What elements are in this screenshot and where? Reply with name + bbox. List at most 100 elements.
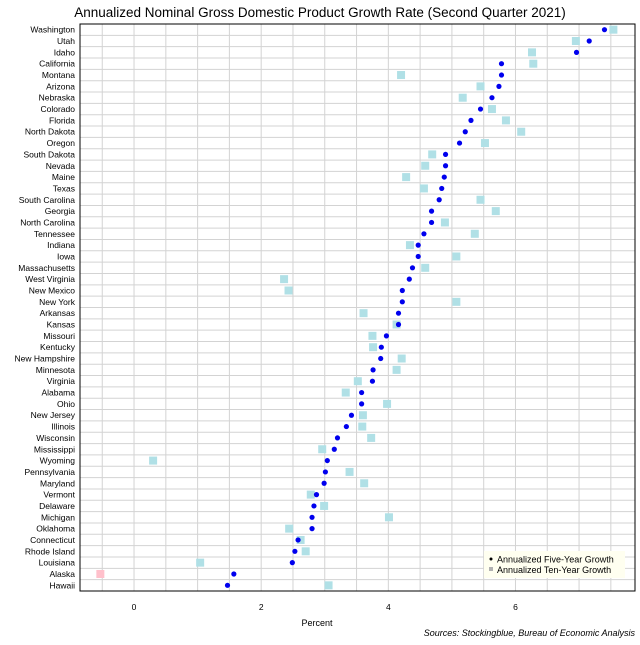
- ten-year-growth-point: [392, 365, 401, 374]
- ten-year-growth-point: [353, 377, 362, 386]
- ten-year-growth-point: [440, 218, 449, 227]
- y-tick-label: Utah: [57, 36, 75, 46]
- x-axis-ticks: 0 2 4 6: [132, 602, 518, 612]
- five-year-growth-point: [231, 571, 237, 577]
- five-year-growth-point: [436, 197, 442, 203]
- y-tick-label: Colorado: [41, 104, 76, 114]
- ten-year-growth-point: [359, 309, 368, 318]
- ten-year-growth-point: [402, 173, 411, 182]
- y-tick-label: New York: [39, 297, 76, 307]
- five-year-growth-point: [399, 299, 405, 305]
- five-year-growth-point: [359, 401, 365, 407]
- y-tick-label: Connecticut: [30, 535, 76, 545]
- five-year-growth-point: [309, 514, 315, 520]
- five-year-growth-point: [322, 469, 328, 475]
- ten-year-growth-point: [470, 229, 479, 238]
- five-year-growth-point: [311, 503, 317, 509]
- x-tick-label: 4: [386, 602, 391, 612]
- ten-year-growth-point: [284, 286, 293, 295]
- ten-year-growth-point: [476, 82, 485, 91]
- y-tick-label: New Jersey: [31, 410, 76, 420]
- y-tick-label: Mississippi: [34, 444, 75, 454]
- five-year-growth-point: [343, 423, 349, 430]
- y-tick-label: Texas: [53, 183, 75, 193]
- ten-year-growth-point: [360, 479, 369, 488]
- five-year-growth-point: [428, 219, 435, 226]
- ten-year-growth-point: [405, 241, 414, 250]
- y-tick-label: New Hampshire: [15, 354, 76, 364]
- ten-year-growth-point: [452, 297, 461, 306]
- ten-year-growth-point: [571, 37, 580, 46]
- five-year-growth-point: [406, 276, 412, 282]
- five-year-growth-point: [359, 389, 365, 396]
- five-year-growth-point: [378, 344, 384, 350]
- five-year-growth-point: [292, 548, 298, 554]
- ten-year-growth-point: [501, 116, 510, 125]
- five-year-growth-point: [496, 83, 502, 89]
- chart-container: Annualized Nominal Gross Domestic Produc…: [0, 0, 640, 640]
- five-year-growth-point: [573, 49, 580, 55]
- y-tick-label: Wisconsin: [36, 433, 75, 443]
- ten-year-growth-point: [491, 207, 500, 216]
- y-tick-label: Oklahoma: [36, 524, 75, 534]
- ten-year-growth-point: [369, 343, 378, 352]
- y-tick-label: Illinois: [51, 422, 75, 432]
- five-year-growth-point: [586, 38, 592, 44]
- ten-year-growth-point: [487, 105, 496, 114]
- legend-ten-year-marker: [489, 567, 493, 571]
- y-tick-label: Indiana: [47, 240, 75, 250]
- gridlines: [80, 24, 635, 591]
- y-tick-label: Hawaii: [49, 580, 75, 590]
- y-tick-label: Idaho: [54, 47, 76, 57]
- ten-year-growth-point: [96, 569, 105, 578]
- ten-year-growth-point: [345, 467, 354, 476]
- y-tick-label: Nebraska: [39, 93, 76, 103]
- y-tick-label: North Carolina: [20, 217, 75, 227]
- y-tick-label: Kentucky: [40, 342, 76, 352]
- five-year-growth-point: [378, 355, 384, 362]
- x-tick-label: 0: [132, 602, 137, 612]
- ten-year-growth-point: [324, 581, 333, 590]
- ten-year-growth-point: [397, 354, 406, 363]
- five-year-growth-point: [348, 412, 355, 418]
- ten-year-growth-point: [428, 150, 437, 159]
- legend-five-year-label: Annualized Five-Year Growth: [497, 555, 614, 565]
- source-note: Sources: Stockingblue, Bureau of Economi…: [424, 628, 636, 638]
- y-tick-label: North Dakota: [25, 127, 75, 137]
- ten-year-growth-point: [480, 139, 489, 148]
- y-tick-label: Massachusetts: [18, 263, 75, 273]
- y-tick-label: Louisiana: [39, 558, 76, 568]
- five-year-growth-point: [370, 367, 376, 373]
- y-tick-label: Florida: [49, 115, 75, 125]
- ten-year-growth-point: [384, 513, 393, 522]
- y-tick-label: Georgia: [45, 206, 76, 216]
- five-year-growth-point: [395, 310, 402, 316]
- chart-title: Annualized Nominal Gross Domestic Produc…: [74, 5, 565, 20]
- five-year-growth-point: [321, 480, 327, 486]
- y-tick-label: Pennsylvania: [24, 467, 75, 477]
- ten-year-growth-point: [196, 558, 205, 567]
- five-year-growth-point: [415, 242, 421, 248]
- ten-year-growth-point: [320, 501, 329, 510]
- x-tick-label: 6: [513, 602, 518, 612]
- five-year-growth-point: [442, 151, 449, 158]
- y-tick-label: Tennessee: [34, 229, 75, 239]
- y-tick-label: South Dakota: [23, 149, 75, 159]
- five-year-growth-point: [498, 72, 505, 78]
- ten-year-growth-point: [280, 275, 289, 284]
- ten-year-growth-point: [341, 388, 350, 397]
- ten-year-growth-point: [397, 71, 406, 80]
- five-year-growth-point: [428, 208, 435, 214]
- five-year-growth-point: [441, 174, 447, 180]
- y-tick-label: Kansas: [47, 320, 75, 330]
- x-tick-label: 2: [259, 602, 264, 612]
- y-tick-label: Alaska: [49, 569, 75, 579]
- y-tick-label: Alabama: [41, 388, 75, 398]
- five-year-growth-point: [309, 526, 315, 532]
- y-tick-label: Vermont: [43, 490, 75, 500]
- ten-year-growth-point: [529, 59, 538, 68]
- five-year-growth-point: [439, 185, 445, 192]
- y-tick-label: Michigan: [41, 512, 75, 522]
- y-tick-label: West Virginia: [25, 274, 75, 284]
- five-year-growth-point: [331, 446, 337, 452]
